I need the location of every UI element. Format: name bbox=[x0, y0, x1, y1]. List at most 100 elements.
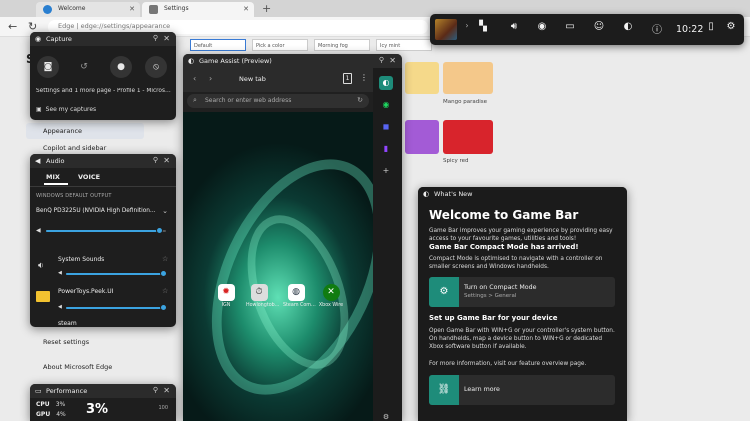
settings-icon[interactable]: ⚙ bbox=[722, 21, 740, 37]
theme-label: Mango paradise bbox=[443, 99, 487, 105]
quick-link-xbox-wire[interactable]: ✕ Xbox Wire bbox=[318, 284, 344, 308]
discord-icon[interactable]: ◼ bbox=[379, 120, 393, 134]
turn-on-compact-mode-card[interactable]: ⚙ Turn on Compact Mode Settings > Genera… bbox=[429, 277, 615, 307]
twitch-icon[interactable]: ▮ bbox=[379, 142, 393, 156]
close-tab-icon[interactable]: ✕ bbox=[243, 5, 249, 13]
add-icon[interactable]: + bbox=[379, 164, 393, 178]
tab-settings[interactable]: Settings ✕ bbox=[142, 2, 254, 17]
link-icon: ⛓ bbox=[429, 375, 459, 405]
cpu-label: CPU bbox=[36, 401, 50, 408]
close-tab-icon[interactable]: ✕ bbox=[129, 5, 135, 13]
tab-welcome[interactable]: Welcome ✕ bbox=[36, 2, 140, 17]
refresh-icon[interactable]: ↻ bbox=[357, 96, 363, 104]
capture-icon[interactable]: ◉ bbox=[533, 21, 551, 37]
quick-link-label: Xbox Wire bbox=[318, 303, 344, 308]
audio-icon[interactable]: 🔊︎ bbox=[505, 21, 523, 37]
quick-link-ign[interactable]: ✹ IGN bbox=[213, 284, 239, 308]
close-icon[interactable]: ✕ bbox=[163, 156, 170, 165]
widget-title: Performance bbox=[46, 387, 88, 395]
pin-icon[interactable]: ⚲ bbox=[153, 156, 158, 164]
theme-card-yellow[interactable] bbox=[405, 62, 439, 94]
new-tab-button[interactable]: + bbox=[262, 2, 271, 15]
app-name: System Sounds bbox=[58, 256, 105, 263]
gpu-row[interactable]: GPU 4% bbox=[36, 411, 66, 418]
edge-icon[interactable]: ◐ bbox=[619, 21, 637, 37]
performance-header[interactable]: ▭ Performance ⚲ ✕ bbox=[30, 384, 176, 398]
sidebar-item-reset[interactable]: Reset settings bbox=[43, 338, 89, 346]
spotify-icon[interactable]: ◉ bbox=[379, 98, 393, 112]
audio-header[interactable]: ◀ Audio ⚲ ✕ bbox=[30, 154, 176, 168]
pin-icon[interactable]: ⚲ bbox=[379, 56, 384, 64]
theme-card-mango[interactable] bbox=[443, 62, 493, 94]
pin-icon[interactable]: ⚲ bbox=[153, 386, 158, 394]
assist-side-rail: ◐ ◉ ◼ ▮ + ⚙ bbox=[373, 68, 402, 421]
audio-icon: ◀ bbox=[35, 157, 41, 165]
quick-link-label: Howlongtob… bbox=[246, 303, 280, 308]
app-volume-slider[interactable] bbox=[66, 270, 167, 277]
setup-heading: Set up Game Bar for your device bbox=[429, 314, 558, 322]
theme-card-purple[interactable] bbox=[405, 120, 439, 154]
assist-tab-title[interactable]: New tab bbox=[239, 75, 266, 83]
edge-icon[interactable]: ◐ bbox=[379, 76, 393, 90]
forward-icon[interactable]: › bbox=[209, 74, 212, 83]
pin-icon[interactable]: ⚲ bbox=[153, 34, 158, 42]
app-volume-slider[interactable] bbox=[66, 304, 167, 311]
theme-swatch-row: Default Pick a color Morning fog Icy min… bbox=[190, 37, 432, 53]
tab-count-button[interactable]: 1 bbox=[343, 73, 352, 84]
record-button[interactable]: ● bbox=[110, 56, 132, 78]
performance-icon[interactable]: ▭ bbox=[561, 21, 579, 37]
card-title: Learn more bbox=[464, 386, 500, 393]
close-icon[interactable]: ✕ bbox=[389, 56, 396, 65]
speaker-icon: ◀ bbox=[36, 227, 41, 234]
close-icon[interactable]: ✕ bbox=[163, 34, 170, 43]
whats-new-header[interactable]: ◐ What's New bbox=[418, 187, 627, 201]
sidebar-item-copilot[interactable]: Copilot and sidebar bbox=[43, 144, 106, 152]
favorite-icon[interactable]: ☆ bbox=[162, 287, 168, 295]
performance-icon: ▭ bbox=[35, 387, 42, 395]
sidebar-item-appearance[interactable]: Appearance bbox=[43, 127, 82, 135]
sidebar-item-about[interactable]: About Microsoft Edge bbox=[43, 363, 112, 371]
game-assist-header[interactable]: ◐ Game Assist (Preview) ⚲ ✕ bbox=[183, 54, 402, 68]
learn-more-card[interactable]: ⛓ Learn more bbox=[429, 375, 615, 405]
quick-link-steam[interactable]: ◍ Steam Com… bbox=[283, 284, 316, 308]
close-icon[interactable]: ✕ bbox=[163, 386, 170, 395]
clock-time: 10:22 bbox=[676, 24, 704, 35]
theme-morning-fog[interactable]: Morning fog bbox=[314, 39, 370, 51]
howlongtobeat-icon: ⏱ bbox=[250, 284, 268, 301]
theme-default[interactable]: Default bbox=[190, 39, 246, 51]
app-name: steam bbox=[58, 320, 77, 327]
favorite-icon[interactable]: ☆ bbox=[162, 255, 168, 263]
widget-menu-icon[interactable]: ▚ bbox=[474, 21, 492, 37]
cpu-row[interactable]: CPU 3% bbox=[36, 401, 65, 408]
audio-widget: ◀ Audio ⚲ ✕ MIX VOICE WINDOWS DEFAULT OU… bbox=[30, 154, 176, 327]
settings-icon[interactable]: ⚙ bbox=[379, 410, 393, 421]
screenshot-button[interactable]: ◙ bbox=[37, 56, 59, 78]
whats-new-icon: ◐ bbox=[423, 190, 430, 198]
gpu-value: 4% bbox=[56, 411, 66, 418]
master-volume-slider[interactable] bbox=[46, 227, 166, 234]
card-title: Turn on Compact Mode bbox=[464, 284, 537, 291]
tips-icon[interactable]: ⓘ bbox=[648, 21, 666, 37]
xbox-social-icon[interactable]: ☺ bbox=[590, 21, 608, 37]
quick-link-howlongtobeat[interactable]: ⏱ Howlongtob… bbox=[246, 284, 280, 308]
output-device-select[interactable]: BenQ PD3225U (NVIDIA High Definition… bbox=[36, 208, 156, 214]
mic-off-button[interactable]: ⦸ bbox=[145, 56, 167, 78]
assist-search-input[interactable]: ⌕ Search or enter web address ↻ bbox=[187, 94, 369, 108]
more-options-icon[interactable]: ⋮ bbox=[360, 73, 368, 82]
tab-mix[interactable]: MIX bbox=[46, 173, 60, 181]
game-thumbnail[interactable] bbox=[435, 19, 457, 40]
back-icon[interactable]: ‹ bbox=[193, 74, 196, 83]
output-section-label: WINDOWS DEFAULT OUTPUT bbox=[36, 193, 112, 199]
cpu-big-value: 3% bbox=[86, 402, 109, 417]
theme-card-spicy-red[interactable] bbox=[443, 120, 493, 154]
back-button[interactable]: ← bbox=[8, 20, 17, 33]
see-my-captures-link[interactable]: ▣ See my captures bbox=[36, 106, 96, 113]
card-subtitle: Settings > General bbox=[464, 293, 517, 299]
theme-icy-mint[interactable]: Icy mint bbox=[376, 39, 432, 51]
theme-pick-color[interactable]: Pick a color bbox=[252, 39, 308, 51]
record-last-button[interactable]: ↺ bbox=[73, 56, 95, 78]
chevron-down-icon[interactable]: ⌄ bbox=[162, 207, 168, 215]
capture-header[interactable]: ◉ Capture ⚲ ✕ bbox=[30, 32, 176, 46]
graph-max-label: 100 bbox=[158, 405, 168, 411]
tab-voice[interactable]: VOICE bbox=[78, 173, 100, 181]
